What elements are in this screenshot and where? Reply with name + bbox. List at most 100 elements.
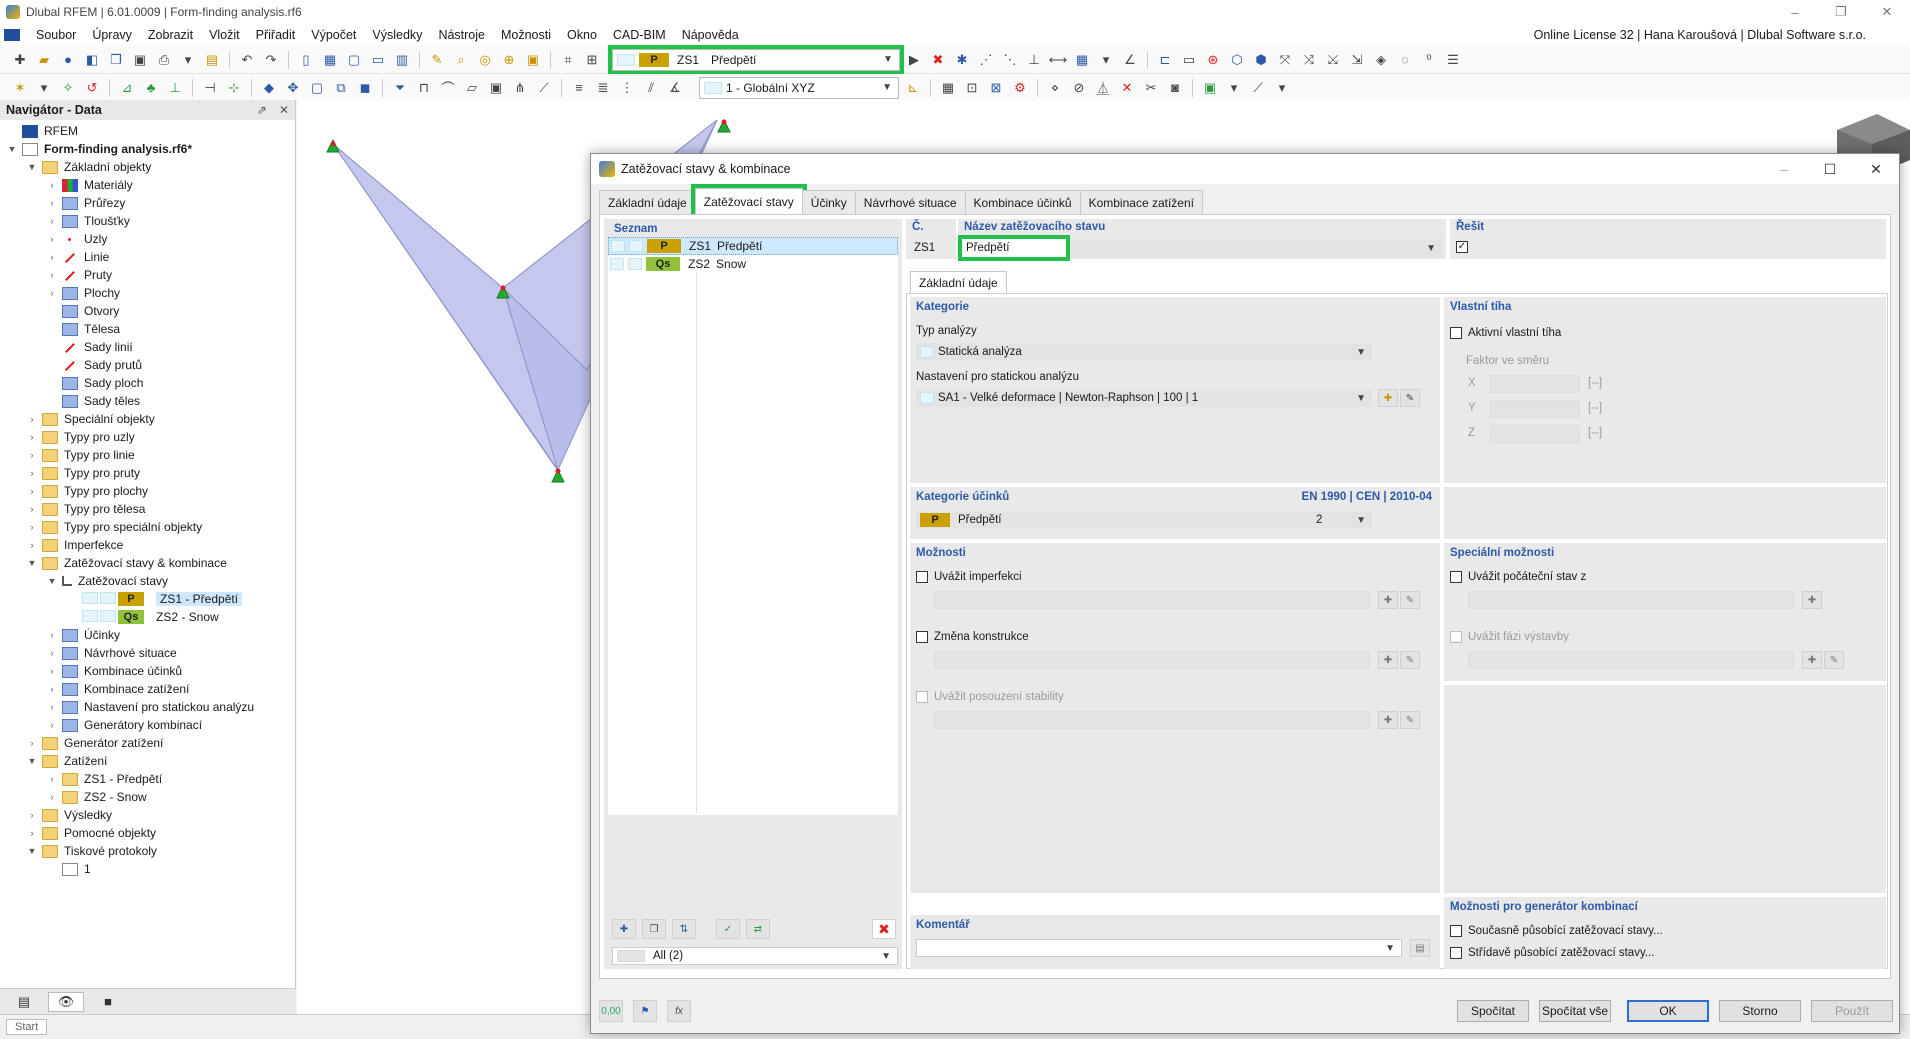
factor-z-input[interactable] [1490, 425, 1580, 443]
chevron-right-icon[interactable]: › [46, 648, 58, 658]
view-dir-icon[interactable]: ⇲ [1347, 50, 1367, 70]
mirror-icon[interactable]: ⊘ [1069, 78, 1089, 98]
filter2-icon[interactable]: ⏷ [390, 78, 410, 98]
view-icon[interactable]: ▭ [368, 50, 388, 70]
chevron-right-icon[interactable]: › [46, 270, 58, 280]
tree-item[interactable]: ▼ Zatěžovací stavy [0, 572, 295, 590]
support-load-icon[interactable]: ⊥ [165, 78, 185, 98]
tree-item[interactable]: › Typy pro tělesa [0, 500, 295, 518]
tree-item[interactable]: 1 [0, 860, 295, 878]
align2-icon[interactable]: ≣ [593, 78, 613, 98]
menu-vypocet[interactable]: Výpočet [303, 28, 364, 42]
apply-button[interactable]: Použít [1811, 1000, 1893, 1022]
align-icon[interactable]: ≡ [569, 78, 589, 98]
solid-icon[interactable]: ▣ [486, 78, 506, 98]
new-imperfection-icon[interactable]: ✚ [1378, 591, 1398, 609]
snap2-icon[interactable]: ⊡ [962, 78, 982, 98]
pen-icon[interactable]: ⟋ [534, 78, 554, 98]
ok-button[interactable]: OK [1627, 1000, 1709, 1022]
chevron-down-icon[interactable]: ▼ [6, 144, 18, 154]
iso-view-icon[interactable]: ⬡ [1227, 50, 1247, 70]
new-initial-state-icon[interactable]: ✚ [1802, 591, 1822, 609]
tree-item[interactable]: ▼ Tiskové protokoly [0, 842, 295, 860]
menu-cad-bim[interactable]: CAD-BIM [605, 28, 674, 42]
measure-icon[interactable]: ▣ [523, 50, 543, 70]
menu-soubor[interactable]: Soubor [28, 28, 84, 42]
chevron-right-icon[interactable]: › [26, 522, 38, 532]
chevron-right-icon[interactable]: › [46, 702, 58, 712]
analysis-type-select[interactable]: Statická analýza ▼ [916, 343, 1372, 361]
menu-vysledky[interactable]: Výsledky [364, 28, 430, 42]
ruler-icon[interactable]: ▭ [1179, 50, 1199, 70]
layers-icon[interactable]: ▥ [392, 50, 412, 70]
tab-zakladni-udaje[interactable]: Základní údaje [599, 190, 696, 214]
node-point[interactable] [555, 468, 561, 474]
copy-item-icon[interactable]: ❐ [642, 919, 666, 939]
tree-item[interactable]: ▼ Základní objekty [0, 158, 295, 176]
mirror2-icon[interactable]: ⏅ [1093, 78, 1113, 98]
angle2-icon[interactable]: ∡ [665, 78, 685, 98]
tree-item[interactable]: Sady linií [0, 338, 295, 356]
rotate-icon[interactable]: ↺ [82, 78, 102, 98]
frame-icon[interactable]: ▢ [307, 78, 327, 98]
delete-item-icon[interactable]: ✖ [872, 919, 896, 939]
dropdown2-icon[interactable]: ▾ [1224, 78, 1244, 98]
mesh-icon[interactable]: ⋔ [510, 78, 530, 98]
new-settings-icon[interactable]: ✚ [1378, 389, 1398, 407]
undo-icon[interactable]: ↶ [237, 50, 257, 70]
tree-item[interactable]: Sady těles [0, 392, 295, 410]
save-icon[interactable]: ▣ [130, 50, 150, 70]
yz-icon[interactable]: ⤨ [1299, 50, 1319, 70]
document-icon[interactable]: ▢ [344, 50, 364, 70]
tree-item[interactable]: › Generátor zatížení [0, 734, 295, 752]
edit-icon[interactable]: ✎ [427, 50, 447, 70]
tree-item[interactable]: › Kombinace účinků [0, 662, 295, 680]
filter-icon[interactable]: ◎ [475, 50, 495, 70]
chevron-down-icon[interactable]: ▼ [26, 162, 38, 172]
tree-item[interactable]: › Generátory kombinací [0, 716, 295, 734]
menu-napoveda[interactable]: Nápověda [674, 28, 747, 42]
xy-icon[interactable]: ⤧ [1275, 50, 1295, 70]
load-wizard-icon[interactable]: ✱ [952, 50, 972, 70]
angle-icon[interactable]: ∠ [1120, 50, 1140, 70]
tree-item[interactable]: › Účinky [0, 626, 295, 644]
new-stability-icon[interactable]: ✚ [1378, 711, 1398, 729]
static-settings-select[interactable]: SA1 - Velké deformace | Newton-Raphson |… [916, 389, 1372, 407]
transparency-icon[interactable]: ◌ [1395, 50, 1415, 70]
chevron-down-icon[interactable]: ▼ [26, 756, 38, 766]
node-icon[interactable]: ⌗ [558, 50, 578, 70]
snap-icon[interactable]: ⊹ [224, 78, 244, 98]
tree-item[interactable]: › Nastavení pro statickou analýzu [0, 698, 295, 716]
tree-item[interactable]: › Návrhové situace [0, 644, 295, 662]
tree-item[interactable]: › Typy pro speciální objekty [0, 518, 295, 536]
menu-upravy[interactable]: Úpravy [84, 28, 140, 42]
stability-select[interactable] [934, 711, 1370, 729]
chevron-right-icon[interactable]: › [46, 684, 58, 694]
chevron-right-icon[interactable]: › [26, 450, 38, 460]
align3-icon[interactable]: ⋮ [617, 78, 637, 98]
menu-priradit[interactable]: Přiřadit [248, 28, 304, 42]
tree-item[interactable]: › ZS2 - Snow [0, 788, 295, 806]
grid2-icon[interactable]: ▦ [938, 78, 958, 98]
results-icon[interactable]: ⊛ [1203, 50, 1223, 70]
renumber-icon[interactable]: ⇅ [672, 919, 696, 939]
tree-item[interactable]: Sady ploch [0, 374, 295, 392]
edit-imperfection-icon[interactable]: ✎ [1400, 591, 1420, 609]
chevron-right-icon[interactable]: › [46, 198, 58, 208]
tree-item[interactable]: › Plochy [0, 284, 295, 302]
chevron-right-icon[interactable]: › [26, 540, 38, 550]
menu-vlozit[interactable]: Vložit [201, 28, 248, 42]
tree-item[interactable]: › ZS1 - Předpětí [0, 770, 295, 788]
function-icon[interactable]: fx [667, 1000, 691, 1022]
tree-item[interactable]: › Tloušťky [0, 212, 295, 230]
subtab-zakladni-udaje[interactable]: Základní údaje [910, 271, 1007, 293]
close-icon[interactable]: ✕ [279, 103, 289, 117]
delete-load-icon[interactable]: ✖ [928, 50, 948, 70]
imperfection-checkbox[interactable]: Uvážit imperfekci [916, 571, 1022, 583]
coordinate-system-select[interactable]: 1 - Globální XYZ ▼ [699, 76, 899, 99]
plate-icon[interactable]: ▱ [462, 78, 482, 98]
open-folder-icon[interactable]: ▰ [34, 50, 54, 70]
ucs-icon[interactable]: ⊾ [903, 78, 923, 98]
grid-icon[interactable]: ⊞ [582, 50, 602, 70]
pan-icon[interactable]: ⊕ [499, 50, 519, 70]
